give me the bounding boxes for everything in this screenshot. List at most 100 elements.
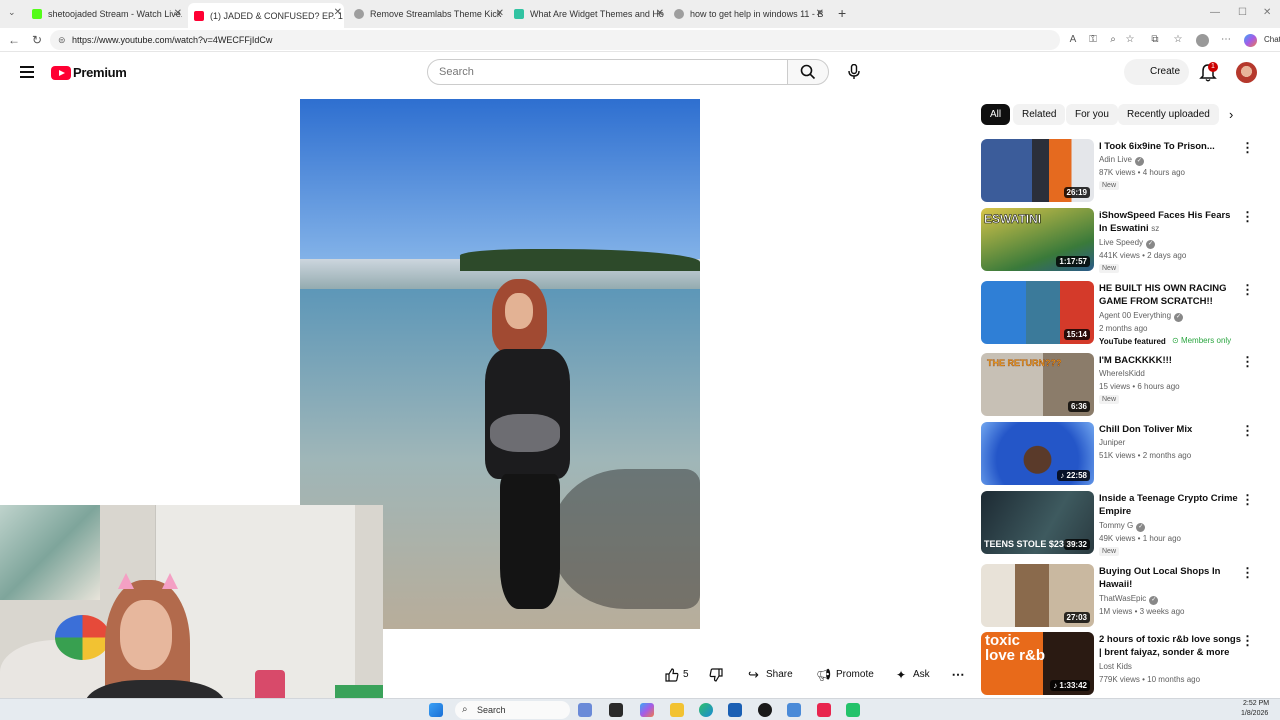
channel-name[interactable]: Live Speedy (1099, 238, 1143, 247)
maximize-icon[interactable]: ☐ (1238, 7, 1247, 18)
video-title[interactable]: Inside a Teenage Crypto Crime Empire (1099, 492, 1241, 518)
video-thumbnail[interactable]: 27:03 (981, 564, 1094, 627)
chevron-right-icon[interactable]: › (1229, 107, 1233, 122)
favorites-icon[interactable]: ☆ (1172, 34, 1184, 46)
more-actions-icon[interactable]: ⋮ (1241, 566, 1254, 580)
mail-app-icon[interactable] (787, 703, 801, 717)
clock-time[interactable]: 2:52 PM (1243, 700, 1269, 707)
video-thumbnail[interactable]: ♪ 22:58 (981, 422, 1094, 485)
minimize-icon[interactable]: — (1210, 7, 1220, 18)
streamlabs-app-icon[interactable] (846, 703, 860, 717)
search-button[interactable] (787, 59, 829, 85)
video-title[interactable]: Chill Don Toliver Mix (1099, 423, 1241, 436)
chip-all[interactable]: All (981, 104, 1011, 125)
chip-for-you[interactable]: For you (1066, 104, 1118, 125)
zoom-icon[interactable]: ⌕ (1107, 34, 1119, 46)
store-app-icon[interactable] (728, 703, 742, 717)
video-thumbnail[interactable]: 26:19 (981, 139, 1094, 202)
more-actions-icon[interactable]: ⋮ (1241, 141, 1254, 155)
channel-name[interactable]: WhereIsKidd (1099, 368, 1145, 380)
read-aloud-icon[interactable]: A (1067, 34, 1079, 46)
channel-name[interactable]: Tommy G (1099, 521, 1133, 530)
more-actions-icon[interactable]: ⋮ (1241, 493, 1254, 507)
video-thumbnail[interactable]: 15:14 (981, 281, 1094, 344)
chip-related[interactable]: Related (1013, 104, 1066, 125)
youtube-logo[interactable]: Premium (51, 65, 127, 80)
ask-button[interactable]: ✦ Ask (889, 664, 935, 686)
recommendation-item[interactable]: ♪ 22:58 Chill Don Toliver Mix Juniper 51… (981, 422, 1256, 486)
like-button[interactable]: 5 (660, 664, 700, 686)
edge-browser-icon[interactable] (699, 703, 713, 717)
channel-name[interactable]: Agent 00 Everything (1099, 311, 1171, 320)
more-actions-icon[interactable]: ⋮ (1241, 210, 1254, 224)
url-field[interactable]: ⊜ https://www.youtube.com/watch?v=4WECFF… (50, 30, 1060, 50)
copilot-label[interactable]: Chat (1264, 35, 1280, 44)
close-tab-icon[interactable]: ✕ (656, 8, 664, 19)
channel-name[interactable]: Adin Live (1099, 155, 1132, 164)
close-tab-icon[interactable]: ✕ (496, 8, 504, 19)
close-window-icon[interactable]: ✕ (1263, 7, 1271, 18)
video-thumbnail[interactable]: toxic love r&b ♪ 1:33:42 (981, 632, 1094, 695)
widgets-app-icon[interactable] (578, 703, 592, 717)
browser-tab[interactable]: how to get help in windows 11 - B... ✕ (674, 4, 824, 24)
more-actions-icon[interactable]: ⋮ (1241, 634, 1254, 648)
hamburger-menu-icon[interactable] (20, 66, 34, 78)
recommendation-item[interactable]: TEENS STOLE $230M 39:32 Inside a Teenage… (981, 491, 1256, 556)
chip-recently-uploaded[interactable]: Recently uploaded (1118, 104, 1219, 125)
profile-icon[interactable] (1196, 34, 1209, 47)
channel-name[interactable]: Lost Kids (1099, 661, 1132, 673)
task-view-icon[interactable] (609, 703, 623, 717)
key-icon[interactable]: ⚿ (1087, 34, 1099, 46)
taskbar-search[interactable]: ⌕ Search (455, 701, 570, 719)
channel-name[interactable]: Juniper (1099, 437, 1125, 449)
recommendation-item[interactable]: ESWATINI 1:17:57 iShowSpeed Faces His Fe… (981, 208, 1256, 273)
windows-start-icon[interactable] (429, 703, 443, 717)
refresh-icon[interactable]: ↻ (32, 33, 42, 47)
video-title[interactable]: 2 hours of toxic r&b love songs | brent … (1099, 633, 1241, 659)
copilot-app-icon[interactable] (640, 703, 654, 717)
extension-icon[interactable]: ⧉ (1149, 34, 1161, 46)
new-tab-icon[interactable]: + (838, 5, 846, 21)
video-thumbnail[interactable]: ESWATINI 1:17:57 (981, 208, 1094, 271)
more-actions-icon[interactable]: ⋮ (1241, 283, 1254, 297)
back-icon[interactable]: ← (8, 33, 20, 47)
close-tab-icon[interactable]: ✕ (174, 8, 182, 19)
video-title[interactable]: HE BUILT HIS OWN RACING GAME FROM SCRATC… (1099, 282, 1241, 308)
close-tab-icon[interactable]: ✕ (334, 7, 342, 18)
clock-date[interactable]: 1/8/2026 (1241, 710, 1268, 717)
more-actions-icon[interactable]: ⋮ (1241, 355, 1254, 369)
file-explorer-icon[interactable] (670, 703, 684, 717)
recommendation-item[interactable]: 27:03 Buying Out Local Shops In Hawaii! … (981, 564, 1256, 628)
dislike-button[interactable] (705, 664, 727, 686)
create-button[interactable]: Create (1124, 59, 1189, 85)
more-actions-icon[interactable]: ⋮ (1241, 424, 1254, 438)
video-thumbnail[interactable]: THE RETURN??? 6:36 (981, 353, 1094, 416)
recommendation-item[interactable]: 15:14 HE BUILT HIS OWN RACING GAME FROM … (981, 281, 1256, 346)
video-title[interactable]: Buying Out Local Shops In Hawaii! (1099, 565, 1241, 591)
video-title[interactable]: I'M BACKKKK!!! (1099, 354, 1241, 367)
browser-tab[interactable]: What Are Widget Themes and Ho... ✕ (514, 4, 664, 24)
voice-search-button[interactable] (842, 60, 866, 84)
recommendation-item[interactable]: toxic love r&b ♪ 1:33:42 2 hours of toxi… (981, 632, 1256, 696)
site-info-icon[interactable]: ⊜ (58, 30, 66, 50)
video-title[interactable]: iShowSpeed Faces His Fears In Eswatini s… (1099, 209, 1241, 235)
recommendation-item[interactable]: THE RETURN??? 6:36 I'M BACKKKK!!! WhereI… (981, 353, 1256, 417)
copilot-icon[interactable] (1244, 34, 1257, 47)
app-icon[interactable] (758, 703, 772, 717)
favorite-star-icon[interactable]: ☆ (1124, 34, 1136, 46)
video-title[interactable]: I Took 6ix9ine To Prison... (1099, 140, 1241, 153)
more-actions-icon[interactable]: ⋯ (946, 664, 970, 686)
tab-actions-icon[interactable]: ⌄ (8, 7, 16, 18)
search-input[interactable]: Search (427, 59, 788, 85)
video-thumbnail[interactable]: TEENS STOLE $230M 39:32 (981, 491, 1094, 554)
browser-tab[interactable]: shetoojaded Stream - Watch Live... ✕ (32, 4, 182, 24)
more-menu-icon[interactable]: ⋯ (1220, 34, 1232, 46)
recommendation-item[interactable]: 26:19 I Took 6ix9ine To Prison... Adin L… (981, 139, 1256, 203)
browser-tab[interactable]: Remove Streamlabs Theme Kick ✕ (354, 4, 504, 24)
promote-button[interactable]: 📢︎ Promote (810, 664, 876, 686)
capcut-app-icon[interactable] (817, 703, 831, 717)
browser-tab-active[interactable]: (1) JADED & CONFUSED? EP. 1 - Y... ✕ (188, 3, 344, 28)
share-button[interactable]: ↪ Share (742, 664, 800, 686)
account-avatar[interactable] (1236, 62, 1257, 83)
channel-name[interactable]: ThatWasEpic (1099, 594, 1146, 603)
